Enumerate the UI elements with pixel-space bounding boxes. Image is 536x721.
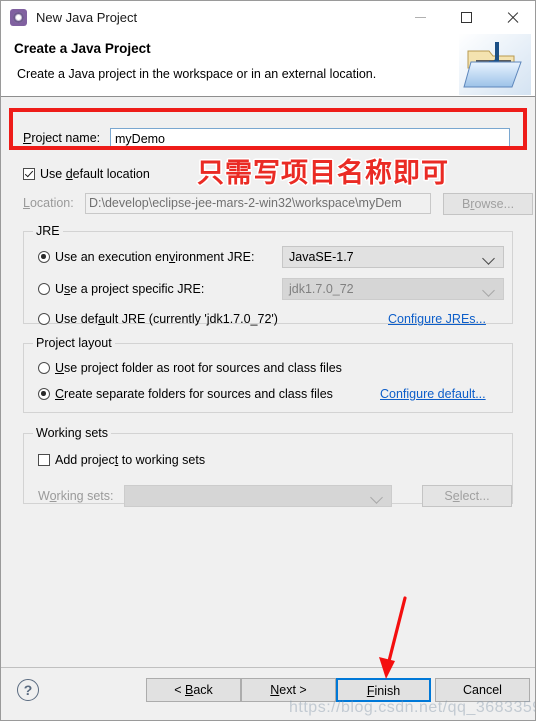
working-sets-group: Working sets Add project to working sets… [23, 426, 513, 507]
back-button[interactable]: < Back [146, 678, 241, 702]
radio-icon [38, 251, 50, 263]
radio-icon [38, 362, 50, 374]
wizard-header: Create a Java Project Create a Java proj… [1, 34, 535, 97]
execution-environment-value: JavaSE-1.7 [289, 250, 354, 264]
java-project-wizard-icon [10, 9, 27, 26]
execution-environment-combo[interactable]: JavaSE-1.7 [282, 246, 504, 268]
close-icon [506, 11, 519, 24]
radio-label: Use a project specific JRE: [55, 282, 205, 296]
dialog-footer: ? < Back Next > Finish Cancel [1, 667, 535, 720]
project-name-label: Project name: [23, 131, 101, 145]
annotation-text: 只需写项目名称即可 [197, 158, 449, 188]
radio-project-folder-root[interactable]: Use project folder as root for sources a… [38, 361, 342, 375]
location-label: Location: [23, 196, 74, 210]
minimize-button[interactable] [397, 1, 443, 33]
project-specific-jre-value: jdk1.7.0_72 [289, 282, 354, 296]
title-bar: New Java Project [1, 1, 535, 34]
radio-icon [38, 283, 50, 295]
radio-execution-environment-jre[interactable]: Use an execution environment JRE: [38, 250, 254, 264]
use-default-location-checkbox[interactable]: Use default location [23, 167, 150, 181]
maximize-icon [460, 11, 472, 23]
jre-group-legend: JRE [33, 224, 63, 238]
project-name-input[interactable] [110, 128, 510, 149]
radio-default-jre[interactable]: Use default JRE (currently 'jdk1.7.0_72'… [38, 312, 278, 326]
cancel-button[interactable]: Cancel [435, 678, 530, 702]
configure-default-link[interactable]: Configure default... [380, 387, 486, 401]
radio-icon [38, 388, 50, 400]
chevron-down-icon [482, 284, 495, 297]
help-icon[interactable]: ? [17, 679, 39, 701]
window-title: New Java Project [36, 10, 138, 25]
browse-button[interactable]: Browse... [443, 193, 533, 215]
java-folder-icon [459, 34, 531, 95]
add-project-label: Add project to working sets [55, 453, 206, 467]
radio-label: Use default JRE (currently 'jdk1.7.0_72'… [55, 312, 278, 326]
project-layout-legend: Project layout [33, 336, 115, 350]
jre-group: JRE Use an execution environment JRE: Ja… [23, 224, 513, 326]
minimize-icon [414, 16, 426, 18]
project-specific-jre-combo: jdk1.7.0_72 [282, 278, 504, 300]
close-button[interactable] [489, 1, 535, 33]
new-java-project-dialog: New Java Project Create a Java Project C… [0, 0, 536, 721]
working-sets-label: Working sets: [38, 489, 114, 503]
add-project-to-working-sets-checkbox[interactable]: Add project to working sets [38, 453, 205, 467]
project-layout-group: Project layout Use project folder as roo… [23, 336, 513, 413]
radio-label: Use project folder as root for sources a… [55, 361, 342, 375]
checkbox-icon [23, 168, 35, 180]
radio-separate-folders[interactable]: Create separate folders for sources and … [38, 387, 333, 401]
page-description: Create a Java project in the workspace o… [17, 67, 377, 81]
radio-project-specific-jre[interactable]: Use a project specific JRE: [38, 282, 204, 296]
chevron-down-icon [370, 491, 383, 504]
select-working-sets-button: Select... [422, 485, 512, 507]
working-sets-combo [124, 485, 392, 507]
location-input[interactable]: D:\develop\eclipse-jee-mars-2-win32\work… [85, 193, 431, 214]
finish-button[interactable]: Finish [336, 678, 431, 702]
maximize-button[interactable] [443, 1, 489, 33]
radio-label: Use an execution environment JRE: [55, 250, 255, 264]
configure-jres-link[interactable]: Configure JREs... [388, 312, 486, 326]
page-title: Create a Java Project [14, 41, 151, 56]
use-default-location-label: Use default location [40, 167, 150, 181]
radio-icon [38, 313, 50, 325]
next-button[interactable]: Next > [241, 678, 336, 702]
location-row: Location: D:\develop\eclipse-jee-mars-2-… [23, 193, 533, 215]
checkbox-icon [38, 454, 50, 466]
chevron-down-icon [482, 252, 495, 265]
radio-label: Create separate folders for sources and … [55, 387, 333, 401]
working-sets-legend: Working sets [33, 426, 112, 440]
project-name-row: Project name: [23, 128, 513, 150]
